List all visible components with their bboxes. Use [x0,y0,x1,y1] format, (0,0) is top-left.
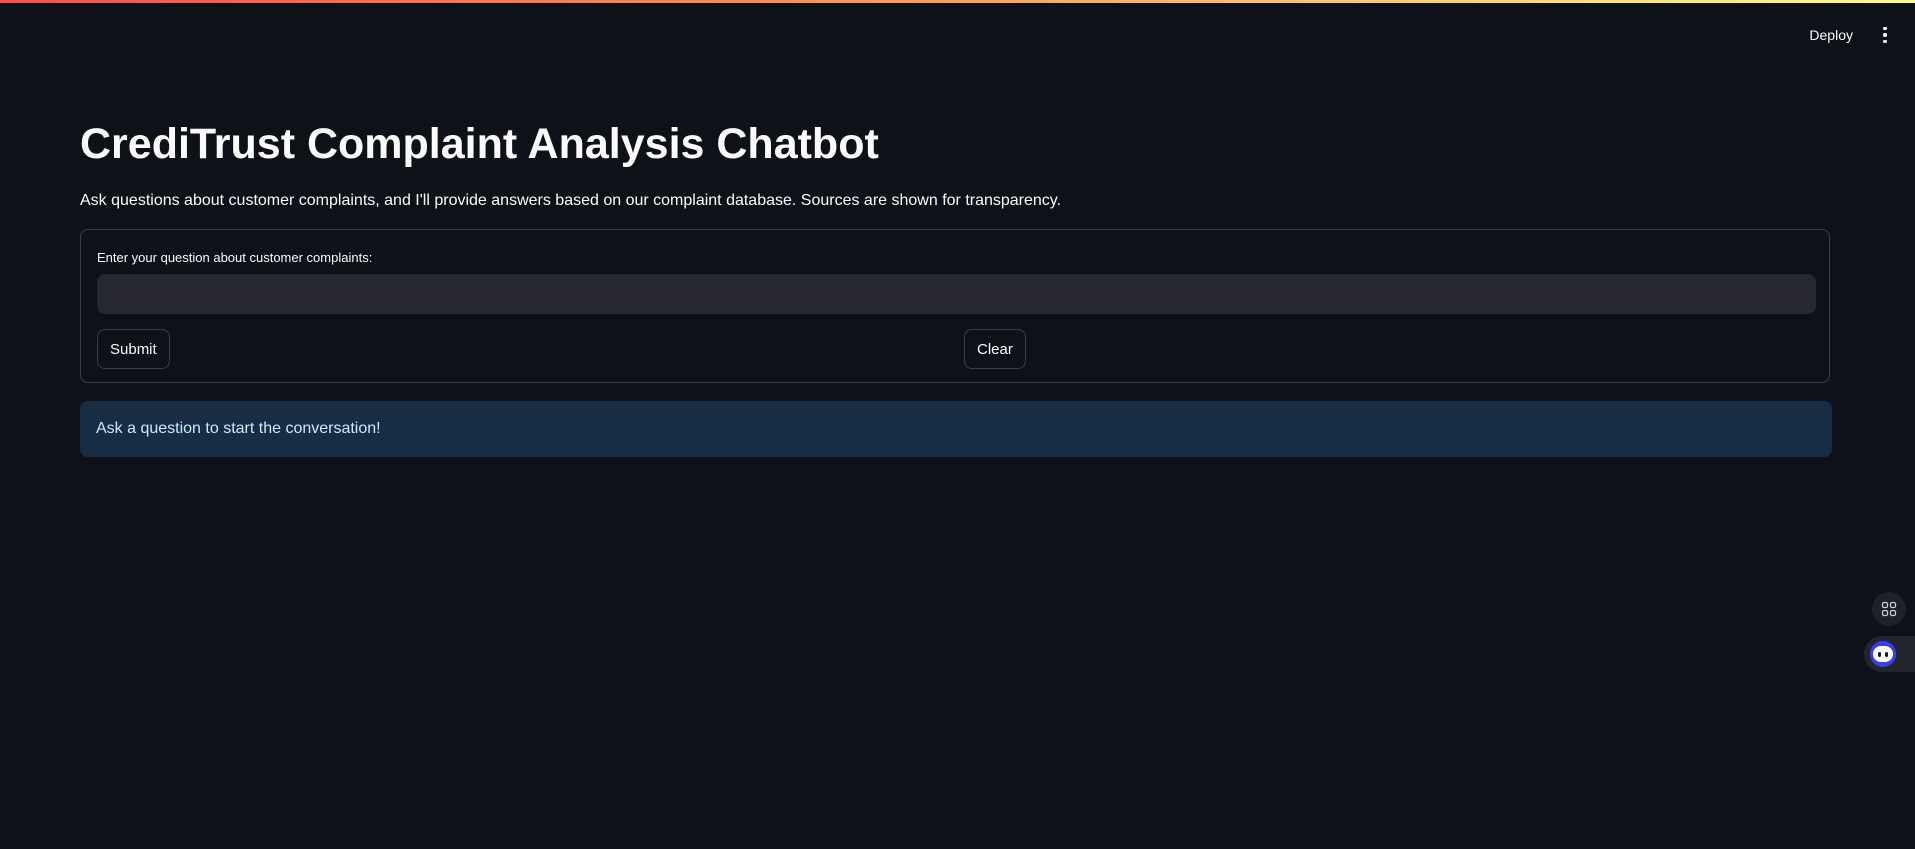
assistant-bot-icon [1870,641,1896,667]
info-alert-text: Ask a question to start the conversation… [96,420,381,437]
app-header: Deploy [0,3,1915,61]
page-title: CrediTrust Complaint Analysis Chatbot [80,120,879,168]
floating-apps-button[interactable] [1872,592,1906,626]
three-dots-vertical-icon [1883,26,1887,31]
question-input-label: Enter your question about customer compl… [97,250,373,265]
main-menu-button[interactable] [1877,23,1893,47]
floating-assistant-button[interactable] [1864,636,1915,672]
submit-button[interactable]: Submit [97,329,170,369]
info-alert: Ask a question to start the conversation… [80,401,1832,457]
grid-apps-icon [1881,601,1897,617]
question-input[interactable] [97,274,1816,314]
deploy-button[interactable]: Deploy [1801,19,1861,51]
page-description: Ask questions about customer complaints,… [80,192,1062,209]
clear-button[interactable]: Clear [964,329,1026,369]
question-form: Enter your question about customer compl… [80,229,1830,383]
